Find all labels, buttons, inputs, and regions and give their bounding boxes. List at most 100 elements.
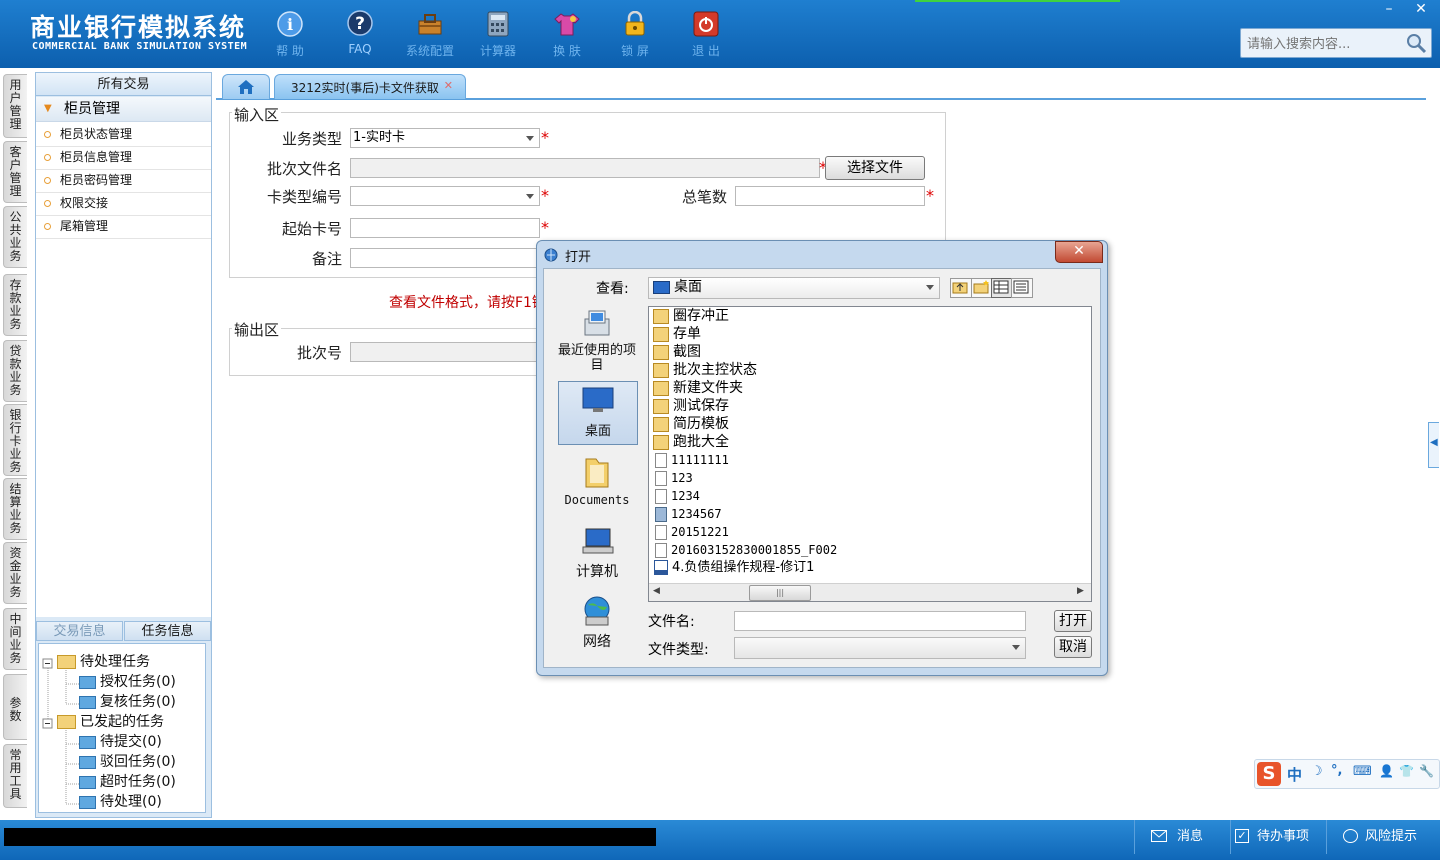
place-documents[interactable]: Documents xyxy=(558,455,636,507)
new-folder-icon xyxy=(973,280,989,294)
card-type-select[interactable] xyxy=(350,186,540,206)
menu-header[interactable]: 所有交易 xyxy=(36,73,211,96)
file-item[interactable]: 跑批大全 xyxy=(653,433,729,451)
up-folder-button[interactable] xyxy=(950,278,972,298)
close-tab-icon[interactable]: ✕ xyxy=(444,79,453,92)
exit-button[interactable]: 退 出 xyxy=(673,6,739,62)
cancel-button[interactable]: 取消 xyxy=(1054,636,1092,658)
chevron-down-icon xyxy=(526,194,534,199)
close-window-button[interactable]: ✕ xyxy=(1406,0,1436,18)
menu-item[interactable]: 尾箱管理 xyxy=(36,215,211,239)
dialog-close-button[interactable]: ✕ xyxy=(1055,241,1103,263)
file-item[interactable]: 截图 xyxy=(653,343,701,361)
tree-node-to-submit[interactable]: 待提交(0) xyxy=(79,732,162,752)
total-count-input[interactable] xyxy=(735,186,925,206)
place-recent[interactable]: 最近使用的项目 xyxy=(558,309,636,373)
filetype-select[interactable] xyxy=(734,637,1026,659)
tree-node-timeout[interactable]: 超时任务(0) xyxy=(79,772,176,792)
folder-open-icon xyxy=(57,655,76,669)
tab-transaction-info[interactable]: 交易信息 xyxy=(36,621,123,641)
scroll-left-icon[interactable]: ◀ xyxy=(653,586,660,596)
scroll-thumb[interactable]: ||| xyxy=(749,585,811,601)
tree-node-initiated[interactable]: 已发起的任务 xyxy=(57,712,164,732)
file-item[interactable]: 20151221 xyxy=(653,523,729,541)
new-folder-button[interactable] xyxy=(971,278,993,298)
tab-deposit-business[interactable]: 存款业务 xyxy=(3,274,27,336)
business-type-select[interactable]: 1-实时卡 xyxy=(350,128,540,148)
scroll-right-icon[interactable]: ▶ xyxy=(1077,586,1084,596)
menu-item[interactable]: 柜员信息管理 xyxy=(36,146,211,170)
system-config-button[interactable]: 系统配置 xyxy=(397,6,463,62)
file-item[interactable]: 1234 xyxy=(653,487,700,505)
open-button[interactable]: 打开 xyxy=(1054,610,1092,632)
tab-intermediary-business[interactable]: 中间业务 xyxy=(3,608,27,670)
punctuation-icon[interactable]: °, xyxy=(1331,763,1342,778)
tab-loan-business[interactable]: 贷款业务 xyxy=(3,340,27,402)
tab-customer-management[interactable]: 客户管理 xyxy=(3,141,27,203)
lock-screen-button[interactable]: 锁 屏 xyxy=(602,6,668,62)
tree-node-rejected[interactable]: 驳回任务(0) xyxy=(79,752,176,772)
view-list-button[interactable] xyxy=(1011,278,1033,298)
file-item[interactable]: 1234567 xyxy=(653,505,722,523)
tab-public-business[interactable]: 公共业务 xyxy=(3,206,27,268)
settings-icon[interactable]: 🔧 xyxy=(1419,764,1434,778)
menu-item[interactable]: 柜员状态管理 xyxy=(36,123,211,147)
ime-logo[interactable]: S xyxy=(1257,762,1281,786)
documents-folder-icon xyxy=(585,458,609,488)
tab-card-file-fetch[interactable]: 3212实时(事后)卡文件获取 ✕ xyxy=(274,74,466,99)
help-button[interactable]: i 帮 助 xyxy=(257,6,323,62)
tab-bank-card-business[interactable]: 银行卡业务 xyxy=(3,404,27,476)
ime-mode-toggle[interactable]: 中 xyxy=(1287,764,1302,785)
tree-node-review[interactable]: 复核任务(0) xyxy=(79,692,176,712)
tree-node-to-process[interactable]: 待处理(0) xyxy=(79,792,162,812)
tab-user-management[interactable]: 用户管理 xyxy=(3,74,27,138)
user-icon[interactable]: 👤 xyxy=(1379,764,1394,778)
file-item[interactable]: 4.负债组操作规程-修订1 xyxy=(653,559,814,577)
file-item[interactable]: 圈存冲正 xyxy=(653,307,729,325)
file-item[interactable]: 新建文件夹 xyxy=(653,379,743,397)
tab-settlement-business[interactable]: 结算业务 xyxy=(3,478,27,540)
menu-item[interactable]: 柜员密码管理 xyxy=(36,169,211,193)
message-button[interactable]: 消息 xyxy=(1134,820,1231,854)
faq-button[interactable]: ? FAQ xyxy=(327,6,393,62)
todo-button[interactable]: ✓ 待办事项 xyxy=(1230,820,1327,854)
start-card-input[interactable] xyxy=(350,218,540,238)
file-item[interactable]: 201603152830001855_F002 xyxy=(653,541,837,559)
search-icon[interactable] xyxy=(1405,32,1427,58)
change-skin-button[interactable]: 换 肤 xyxy=(534,6,600,62)
calculator-button[interactable]: 计算器 xyxy=(465,6,531,62)
lookin-label: 查看: xyxy=(596,281,629,297)
filename-input[interactable] xyxy=(734,611,1026,631)
tree-node-authorize[interactable]: 授权任务(0) xyxy=(79,672,176,692)
place-network[interactable]: 网络 xyxy=(558,595,636,651)
file-item[interactable]: 批次主控状态 xyxy=(653,361,757,379)
menu-group-teller-management[interactable]: ▼ 柜员管理 xyxy=(36,97,211,122)
file-item[interactable]: 简历模板 xyxy=(653,415,729,433)
collapse-handle[interactable]: ◀ xyxy=(1428,422,1439,468)
tab-home[interactable] xyxy=(222,74,270,99)
place-computer[interactable]: 计算机 xyxy=(558,527,636,581)
risk-alert-button[interactable]: 风险提示 xyxy=(1326,820,1440,854)
keyboard-icon[interactable]: ⌨ xyxy=(1353,764,1372,779)
search-input[interactable] xyxy=(1245,33,1409,55)
tab-parameters[interactable]: 参数 xyxy=(3,674,27,740)
minimize-button[interactable]: – xyxy=(1374,0,1404,18)
tree-node-pending[interactable]: 待处理任务 xyxy=(57,652,150,672)
lookin-select[interactable]: 桌面 xyxy=(648,277,940,299)
choose-file-button[interactable]: 选择文件 xyxy=(825,156,925,180)
batch-file-input[interactable] xyxy=(350,158,820,178)
file-item[interactable]: 存单 xyxy=(653,325,701,343)
file-item[interactable]: 11111111 xyxy=(653,451,729,469)
view-details-button[interactable] xyxy=(991,278,1013,298)
skin-icon[interactable]: 👕 xyxy=(1399,764,1414,778)
remark-input[interactable] xyxy=(350,248,550,268)
file-item[interactable]: 测试保存 xyxy=(653,397,729,415)
place-desktop[interactable]: 桌面 xyxy=(558,381,638,445)
horizontal-scrollbar[interactable]: ◀ ||| ▶ xyxy=(649,583,1091,601)
tab-common-tools[interactable]: 常用工具 xyxy=(3,744,27,808)
tab-fund-business[interactable]: 资金业务 xyxy=(3,542,27,604)
menu-item[interactable]: 权限交接 xyxy=(36,192,211,216)
tab-task-info[interactable]: 任务信息 xyxy=(124,621,211,641)
file-item[interactable]: 123 xyxy=(653,469,693,487)
half-width-icon[interactable]: ☽ xyxy=(1311,764,1323,779)
